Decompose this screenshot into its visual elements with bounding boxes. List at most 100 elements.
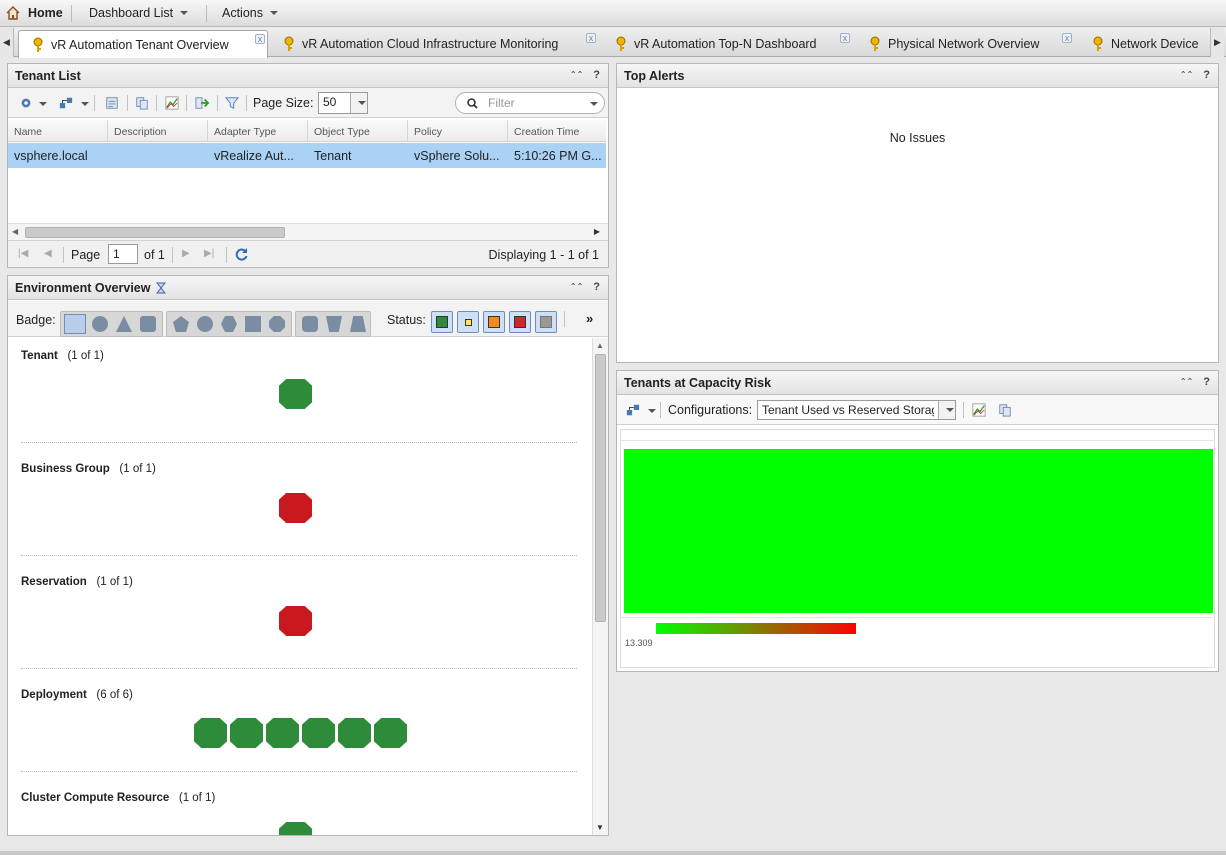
displaying-count: Displaying 1 - 1 of 1 [488, 248, 599, 262]
chevron-down-icon[interactable] [81, 102, 89, 106]
help-icon[interactable]: ? [1203, 69, 1210, 81]
help-icon[interactable]: ? [1203, 376, 1210, 388]
copy-icon[interactable] [997, 403, 1013, 417]
export-icon[interactable] [194, 96, 210, 110]
previous-page-icon[interactable]: ◀ [44, 248, 52, 259]
workload-badge-icon[interactable] [140, 316, 156, 332]
anomalies-badge-icon[interactable] [173, 316, 189, 332]
group-name: Tenant [21, 350, 58, 362]
scroll-left-arrow[interactable]: ◀ [12, 227, 18, 236]
column-header[interactable]: Description [108, 120, 208, 142]
next-page-icon[interactable]: ▶ [182, 248, 190, 259]
properties-icon[interactable] [104, 96, 120, 110]
status-yellow-filter[interactable] [457, 311, 479, 333]
close-tab-icon[interactable]: x [840, 33, 850, 43]
page-number-input[interactable]: 1 [108, 244, 138, 264]
collapse-icon[interactable]: ⌃⌃ [570, 281, 583, 293]
tab-scroll-right-button[interactable]: ▶ [1210, 28, 1224, 57]
risk-badge-icon[interactable] [92, 316, 108, 332]
scroll-right-arrow[interactable]: ▶ [594, 227, 600, 236]
close-tab-icon[interactable]: x [255, 34, 265, 44]
status-green-filter[interactable] [431, 311, 453, 333]
status-unknown-filter[interactable] [535, 311, 557, 333]
home-link[interactable]: Home [6, 6, 63, 20]
column-header[interactable]: Name [8, 120, 108, 142]
deployment-object-tile[interactable] [230, 718, 263, 748]
deployment-object-tile[interactable] [194, 718, 227, 748]
status-red-filter[interactable] [509, 311, 531, 333]
tab-tenant-overview[interactable]: vR Automation Tenant Overview x [18, 30, 268, 58]
group-label-cluster-compute-resource: Cluster Compute Resource (1 of 1) [21, 792, 215, 804]
health-badge-button[interactable] [64, 314, 86, 334]
chevron-down-icon [180, 11, 189, 15]
copy-icon[interactable] [134, 96, 150, 110]
status-orange-filter[interactable] [483, 311, 505, 333]
cluster-object-tile[interactable] [279, 822, 312, 835]
last-page-icon[interactable]: ▶| [204, 248, 214, 259]
collapse-icon[interactable]: ⌃⌃ [1180, 376, 1193, 388]
more-button[interactable]: » [586, 311, 593, 326]
column-header[interactable]: Policy [408, 120, 508, 142]
column-header[interactable]: Adapter Type [208, 120, 308, 142]
tab-top-n-dashboard[interactable]: vR Automation Top-N Dashboard x [602, 30, 854, 57]
close-tab-icon[interactable]: x [1062, 33, 1072, 43]
group-divider [21, 442, 577, 443]
tenant-object-tile[interactable] [279, 379, 312, 409]
help-icon[interactable]: ? [593, 281, 600, 293]
faults-badge-icon[interactable] [197, 316, 213, 332]
dashboard-list-menu[interactable]: Dashboard List [89, 6, 189, 20]
tab-cloud-infrastructure[interactable]: vR Automation Cloud Infrastructure Monit… [270, 30, 600, 57]
filter-input[interactable]: Filter [455, 92, 605, 114]
capacity-remaining-badge-icon[interactable] [245, 316, 261, 332]
group-name: Cluster Compute Resource [21, 792, 170, 804]
refresh-icon[interactable] [234, 247, 249, 262]
deployment-object-tile[interactable] [266, 718, 299, 748]
scrollbar-thumb[interactable] [25, 227, 285, 238]
chevron-down-icon[interactable] [648, 409, 656, 413]
reclaimable-badge-icon[interactable] [302, 316, 318, 332]
gear-icon[interactable] [18, 96, 34, 110]
density-badge-icon[interactable] [326, 316, 342, 332]
deployment-object-tile[interactable] [302, 718, 335, 748]
chevron-down-icon[interactable] [590, 102, 598, 106]
collapse-icon[interactable]: ⌃⌃ [570, 69, 583, 81]
scroll-down-arrow[interactable]: ▼ [596, 823, 604, 832]
horizontal-scrollbar[interactable]: ◀ ▶ [8, 223, 608, 240]
legend-min-value: 13.309 [625, 638, 653, 648]
collapse-icon[interactable]: ⌃⌃ [1180, 69, 1193, 81]
configurations-label: Configurations: [668, 403, 753, 417]
stress-badge-icon[interactable] [269, 316, 285, 332]
actions-menu[interactable]: Actions [222, 6, 278, 20]
chevron-down-icon[interactable] [39, 102, 47, 106]
column-header[interactable]: Object Type [308, 120, 408, 142]
tab-physical-network[interactable]: Physical Network Overview x [856, 30, 1076, 57]
efficiency-badge-icon[interactable] [116, 316, 132, 332]
business-group-object-tile[interactable] [279, 493, 312, 523]
first-page-icon[interactable]: |◀ [18, 248, 28, 259]
heatmap-tile-tenant[interactable] [624, 449, 1213, 613]
column-header[interactable]: Creation Time [508, 120, 606, 142]
time-remaining-badge-icon[interactable] [221, 316, 237, 332]
chart-icon[interactable] [164, 96, 180, 110]
chart-icon[interactable] [971, 403, 987, 417]
vertical-scrollbar[interactable]: ▲ ▼ [592, 338, 608, 835]
scroll-up-arrow[interactable]: ▲ [596, 341, 604, 350]
scrollbar-thumb[interactable] [595, 354, 606, 622]
tab-network-device[interactable]: Network Device [1079, 30, 1207, 57]
tab-label: vR Automation Cloud Infrastructure Monit… [302, 36, 559, 51]
page-size-select[interactable]: 50 [318, 92, 368, 114]
help-icon[interactable]: ? [593, 69, 600, 81]
close-tab-icon[interactable]: x [586, 33, 596, 43]
hierarchy-icon[interactable] [58, 96, 74, 110]
compliance-badge-icon[interactable] [350, 316, 366, 332]
deployment-object-tile[interactable] [374, 718, 407, 748]
hierarchy-icon[interactable] [625, 403, 641, 417]
dropdown-button[interactable] [350, 93, 367, 113]
dropdown-button[interactable] [938, 401, 955, 419]
tab-scroll-left-button[interactable]: ◀ [0, 28, 14, 57]
reservation-object-tile[interactable] [279, 606, 312, 636]
table-row[interactable]: vsphere.local vRealize Aut... Tenant vSp… [8, 143, 606, 168]
configuration-select[interactable]: Tenant Used vs Reserved Storage [757, 400, 956, 420]
filter-icon[interactable] [224, 96, 240, 110]
deployment-object-tile[interactable] [338, 718, 371, 748]
